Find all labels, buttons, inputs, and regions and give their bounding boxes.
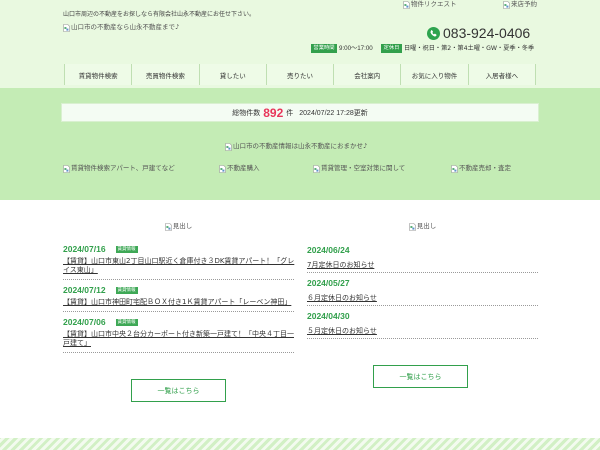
broken-image-icon	[164, 222, 172, 231]
property-count-box: 総物件数 892 件 2024/07/22 17:28更新	[61, 103, 539, 122]
news-category-badge: 賃貸情報	[115, 286, 138, 294]
holiday-badge: 定休日	[381, 44, 402, 53]
property-request-alt: 物件リクエスト	[411, 0, 457, 8]
site-tagline: 山口市周辺の不動産をお探しなら有限会社山永不動産にお任せ下さい。	[63, 11, 256, 18]
notice-date: 2024/04/30	[307, 310, 350, 321]
news-title-link[interactable]: 【賃貸】山口市神田町宅配ＢＯＸ付き1Ｋ賃貸アパート「レーベン神田」	[63, 298, 295, 307]
site-logo[interactable]: 山口市の不動産なら山永不動産まで♪	[63, 23, 179, 32]
notice-meta: 2024/06/24	[307, 244, 538, 255]
nav-sale-search[interactable]: 売買物件検索	[131, 64, 198, 85]
news-meta: 2024/07/16 賃貸情報	[63, 244, 294, 254]
news-date: 2024/07/16	[63, 244, 106, 254]
property-count-unit: 件	[286, 108, 294, 117]
notice-meta: 2024/04/30	[307, 310, 538, 321]
hero-link-label: 不動産売却・査定	[459, 164, 511, 172]
visit-reservation-link[interactable]: 来店予約	[503, 0, 537, 9]
news-category-badge: 賃貸情報	[115, 245, 138, 253]
nav-tenants[interactable]: 入居者様へ	[467, 64, 536, 85]
news-item: 2024/07/12 賃貸情報 【賃貸】山口市神田町宅配ＢＯＸ付き1Ｋ賃貸アパー…	[63, 280, 294, 312]
notices-more-button[interactable]: 一覧はこちら	[373, 365, 468, 388]
hero-link-label: 不動産購入	[227, 164, 260, 172]
news-category-badge: 賃貸情報	[115, 318, 138, 326]
site-logo-alt: 山口市の不動産なら山永不動産まで♪	[71, 23, 180, 31]
hero-link-rent-search[interactable]: 賃貸物件検索アパート、戸建てなど	[63, 164, 175, 173]
broken-image-icon	[225, 142, 232, 151]
nav-lend[interactable]: 貸したい	[198, 64, 266, 85]
property-count-label: 総物件数	[232, 108, 261, 117]
news-title-link[interactable]: 【賃貸】山口市東山2丁目山口駅近く倉庫付き３DK賃貸アパート！「グレイス東山」	[63, 257, 295, 275]
notice-item: 2024/06/24 7月定休日のお知らせ	[307, 240, 538, 273]
property-count: 892	[263, 105, 284, 120]
broken-image-icon	[313, 164, 320, 173]
news-meta: 2024/07/06 賃貸情報	[63, 317, 294, 327]
nav-company[interactable]: 会社案内	[333, 64, 400, 85]
notice-meta: 2024/05/27	[307, 277, 538, 288]
news-title-link[interactable]: 【賃貸】山口市中央２台分カーポート付き新築一戸建て！「中央４丁目一戸建て」	[63, 330, 295, 348]
news-heading-alt: 見出し	[172, 222, 193, 230]
broken-image-icon	[451, 164, 458, 173]
news-more-button[interactable]: 一覧はこちら	[131, 379, 226, 402]
notice-date: 2024/06/24	[307, 244, 350, 255]
hero-link-label: 賃貸管理・空室対策に関して	[321, 164, 406, 172]
nav-favorites[interactable]: お気に入り物件	[400, 64, 467, 85]
news-meta: 2024/07/12 賃貸情報	[63, 285, 294, 295]
business-hours-badge: 営業時間	[311, 44, 337, 53]
notices-heading-alt: 見出し	[416, 222, 437, 230]
notice-title-link[interactable]: ６月定休日のお知らせ	[307, 294, 539, 302]
nav-sell[interactable]: 売りたい	[265, 64, 333, 85]
holidays-text: 日曜・祝日・第2・第4土曜・GW・夏季・冬季	[404, 45, 535, 52]
broken-image-icon	[503, 0, 510, 9]
hero-band: 総物件数 892 件 2024/07/22 17:28更新 山口市の不動産情報は…	[0, 88, 600, 200]
hero-link-sale[interactable]: 不動産売却・査定	[451, 164, 511, 173]
notice-date: 2024/05/27	[307, 277, 350, 288]
broken-image-icon	[219, 164, 226, 173]
news-date: 2024/07/06	[63, 317, 106, 327]
hero-banner-alt: 山口市の不動産情報は山永不動産におまかせ♪	[233, 142, 368, 150]
broken-image-icon	[408, 222, 416, 231]
notice-item: 2024/05/27 ６月定休日のお知らせ	[307, 273, 538, 306]
news-list: 2024/07/16 賃貸情報 【賃貸】山口市東山2丁目山口駅近く倉庫付き３DK…	[63, 239, 294, 353]
global-nav: 賃貸物件検索 売買物件検索 貸したい 売りたい 会社案内 お気に入り物件 入居者…	[64, 64, 536, 85]
notice-item: 2024/04/30 ５月定休日のお知らせ	[307, 306, 538, 339]
site-header: 山口市周辺の不動産をお探しなら有限会社山永不動産にお任せ下さい。 山口市の不動産…	[0, 0, 600, 88]
last-updated: 2024/07/22 17:28更新	[299, 109, 368, 117]
hero-link-purchase[interactable]: 不動産購入	[219, 164, 260, 173]
news-item: 2024/07/16 賃貸情報 【賃貸】山口市東山2丁目山口駅近く倉庫付き３DK…	[63, 239, 294, 280]
visit-reservation-alt: 来店予約	[511, 0, 537, 8]
phone-icon	[427, 27, 440, 40]
news-item: 2024/07/06 賃貸情報 【賃貸】山口市中央２台分カーポート付き新築一戸建…	[63, 312, 294, 353]
notices-list: 2024/06/24 7月定休日のお知らせ 2024/05/27 ６月定休日のお…	[307, 240, 538, 339]
news-date: 2024/07/12	[63, 285, 106, 295]
footer-stripe	[0, 438, 600, 450]
property-request-link[interactable]: 物件リクエスト	[403, 0, 457, 9]
phone-number: 083-924-0406	[443, 25, 531, 41]
business-hours: 9:00～17:00	[339, 45, 373, 52]
nav-rent-search[interactable]: 賃貸物件検索	[64, 64, 131, 85]
broken-image-icon	[63, 23, 70, 32]
notice-title-link[interactable]: 7月定休日のお知らせ	[307, 261, 539, 269]
news-heading: 見出し	[63, 222, 294, 231]
hero-link-management[interactable]: 賃貸管理・空室対策に関して	[313, 164, 405, 173]
notice-title-link[interactable]: ５月定休日のお知らせ	[307, 327, 539, 335]
broken-image-icon	[63, 164, 70, 173]
notices-heading: 見出し	[307, 222, 538, 231]
hero-link-label: 賃貸物件検索アパート、戸建てなど	[71, 164, 175, 172]
broken-image-icon	[403, 0, 410, 9]
news-heading-image: 見出し	[164, 222, 193, 231]
notices-heading-image: 見出し	[408, 222, 437, 231]
hero-banner: 山口市の不動産情報は山永不動産におまかせ♪	[225, 142, 367, 151]
